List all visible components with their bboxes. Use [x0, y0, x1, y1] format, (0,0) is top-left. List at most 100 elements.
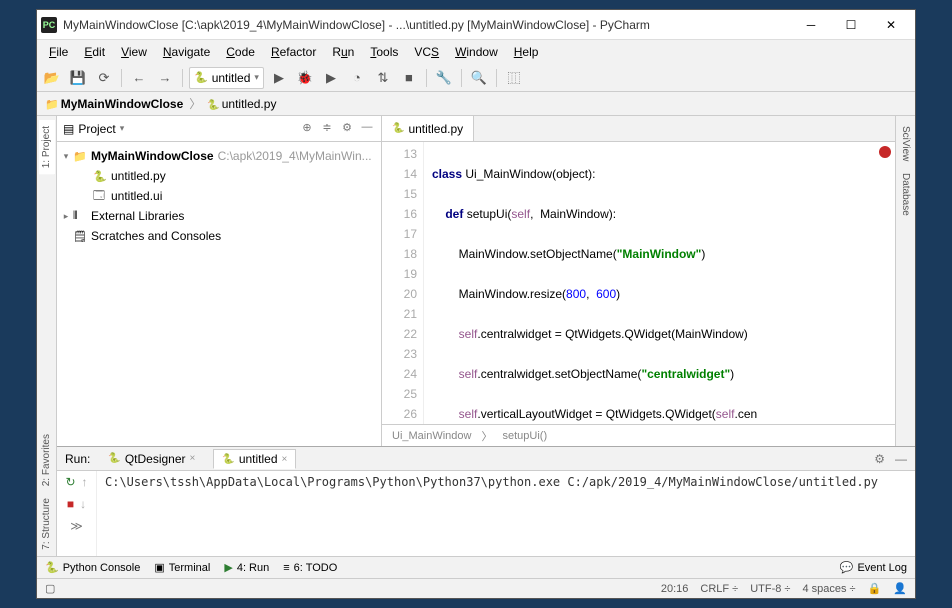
readonly-lock-icon[interactable]: 🔒 [868, 582, 882, 595]
down-icon[interactable]: ↓ [80, 497, 86, 511]
tree-root-path: C:\apk\2019_4\MyMainWin... [218, 149, 372, 163]
nav-file[interactable]: untitled.py [207, 97, 276, 111]
rerun-icon[interactable]: ↻ [65, 475, 75, 489]
left-tab-favorites[interactable]: 2: Favorites [39, 428, 54, 492]
run-config-label: untitled [212, 71, 251, 85]
menu-view[interactable]: View [113, 43, 155, 61]
app-icon: PC [41, 17, 57, 33]
chevron-down-icon: ▾ [254, 72, 259, 83]
crumb-separator-icon: 〉 [481, 428, 492, 444]
minimize-button[interactable]: ─ [791, 11, 831, 39]
search-icon[interactable]: 🔍 [468, 67, 490, 89]
menu-edit[interactable]: Edit [76, 43, 113, 61]
nav-project[interactable]: MyMainWindowClose [45, 97, 183, 111]
crumb-class[interactable]: Ui_MainWindow [392, 430, 471, 442]
menu-run[interactable]: Run [324, 43, 362, 61]
bottom-toolbar: 🐍 Python Console ▣ Terminal ▶ 4: Run ≡ 6… [37, 556, 915, 578]
status-bar: ▢ 20:16 CRLF ÷ UTF-8 ÷ 4 spaces ÷ 🔒 👤 [37, 578, 915, 598]
crumb-method[interactable]: setupUi() [502, 430, 547, 442]
scratches-icon: 🗒 [73, 230, 89, 243]
back-icon[interactable]: ← [128, 67, 150, 89]
todo-button[interactable]: ≡ 6: TODO [283, 562, 337, 574]
left-tool-strip: 1: Project 2: Favorites 7: Structure [37, 116, 57, 556]
concurrency-icon[interactable]: ⇅ [372, 67, 394, 89]
open-icon[interactable]: 📂 [41, 67, 63, 89]
event-log-button[interactable]: 💬 Event Log [840, 561, 907, 574]
inspector-icon[interactable]: 👤 [893, 582, 907, 595]
expander-icon[interactable]: ▾ [59, 151, 73, 162]
hide-icon[interactable]: — [359, 121, 375, 137]
debug-icon[interactable]: 🐞 [294, 67, 316, 89]
expander-icon[interactable]: ▸ [59, 211, 73, 222]
body: 1: Project 2: Favorites 7: Structure ▤ P… [37, 116, 915, 556]
terminal-button[interactable]: ▣ Terminal [154, 561, 210, 574]
close-icon[interactable]: × [190, 453, 196, 464]
editor-tabs: untitled.py [382, 116, 895, 142]
error-indicator-icon[interactable] [879, 146, 891, 158]
run-icon[interactable]: ▶ [268, 67, 290, 89]
target-icon[interactable]: ⊕ [299, 121, 315, 137]
run-output[interactable]: C:\Users\tssh\AppData\Local\Programs\Pyt… [97, 471, 915, 556]
menu-code[interactable]: Code [218, 43, 263, 61]
left-tab-structure[interactable]: 7: Structure [39, 492, 54, 556]
menu-refactor[interactable]: Refactor [263, 43, 324, 61]
code-area[interactable]: 1314151617181920212223242526 class Ui_Ma… [382, 142, 895, 424]
tree-file-ui[interactable]: untitled.ui [111, 189, 162, 203]
editor-tab[interactable]: untitled.py [382, 116, 474, 141]
right-tab-database[interactable]: Database [898, 167, 913, 222]
close-button[interactable]: ✕ [871, 11, 911, 39]
run-tab-untitled[interactable]: untitled× [213, 449, 296, 469]
tree-external-libs[interactable]: External Libraries [91, 209, 184, 223]
source-code[interactable]: class Ui_MainWindow(object): def setupUi… [424, 142, 895, 424]
menu-tools[interactable]: Tools [362, 43, 406, 61]
python-file-icon: 🐍 [93, 170, 109, 183]
project-tree[interactable]: ▾ 📁 MyMainWindowClose C:\apk\2019_4\MyMa… [57, 142, 381, 446]
profile-icon[interactable]: ◔ [346, 67, 368, 89]
editor-tab-label: untitled.py [408, 122, 463, 136]
collapse-icon[interactable]: ≑ [319, 121, 335, 137]
tree-file-py[interactable]: untitled.py [111, 169, 166, 183]
run-controls: ↻ ↑ ■ ↓ ≫ [57, 471, 97, 556]
menu-help[interactable]: Help [506, 43, 547, 61]
gear-icon[interactable]: ⚙ [874, 452, 885, 466]
menu-navigate[interactable]: Navigate [155, 43, 218, 61]
save-icon[interactable]: 💾 [67, 67, 89, 89]
maximize-button[interactable]: ☐ [831, 11, 871, 39]
gear-icon[interactable]: ⚙ [339, 121, 355, 137]
menu-window[interactable]: Window [447, 43, 506, 61]
right-tab-sciview[interactable]: SciView [898, 120, 913, 167]
menu-vcs[interactable]: VCS [406, 43, 447, 61]
refresh-icon[interactable]: ⟳ [93, 67, 115, 89]
line-separator[interactable]: CRLF ÷ [700, 583, 738, 595]
run-button[interactable]: ▶ 4: Run [224, 561, 269, 574]
forward-icon[interactable]: → [154, 67, 176, 89]
structure-icon[interactable]: ⿲ [503, 67, 525, 89]
indent[interactable]: 4 spaces ÷ [802, 583, 855, 595]
cursor-position: 20:16 [661, 583, 689, 595]
encoding[interactable]: UTF-8 ÷ [750, 583, 790, 595]
editor-breadcrumb: Ui_MainWindow 〉 setupUi() [382, 424, 895, 446]
menu-file[interactable]: File [41, 43, 76, 61]
coverage-icon[interactable]: ▶ [320, 67, 342, 89]
hide-icon[interactable]: — [895, 452, 907, 466]
menubar: File Edit View Navigate Code Refactor Ru… [37, 40, 915, 64]
titlebar: PC MyMainWindowClose [C:\apk\2019_4\MyMa… [37, 10, 915, 40]
run-tab-qtdesigner[interactable]: QtDesigner× [100, 450, 203, 468]
close-icon[interactable]: × [282, 454, 288, 465]
stop-icon[interactable]: ■ [67, 497, 74, 511]
stop-icon[interactable]: ■ [398, 67, 420, 89]
tree-scratches[interactable]: Scratches and Consoles [91, 229, 221, 243]
python-console-button[interactable]: 🐍 Python Console [45, 561, 140, 574]
settings-icon[interactable]: 🔧 [433, 67, 455, 89]
run-config-select[interactable]: untitled ▾ [189, 67, 264, 89]
nav-separator-icon: 〉 [189, 95, 201, 112]
library-icon: ⫴ [73, 210, 89, 223]
left-tab-project[interactable]: 1: Project [39, 120, 54, 174]
more-icon[interactable]: ≫ [70, 519, 83, 533]
chevron-down-icon[interactable]: ▾ [120, 123, 125, 134]
up-icon[interactable]: ↑ [82, 475, 88, 489]
run-panel: Run: QtDesigner× untitled× ⚙ — ↻ ↑ ■ [57, 446, 915, 556]
folder-icon: 📁 [73, 150, 89, 163]
ui-file-icon: 🗔 [93, 187, 109, 206]
statusbar-toggle-icon[interactable]: ▢ [45, 582, 55, 595]
